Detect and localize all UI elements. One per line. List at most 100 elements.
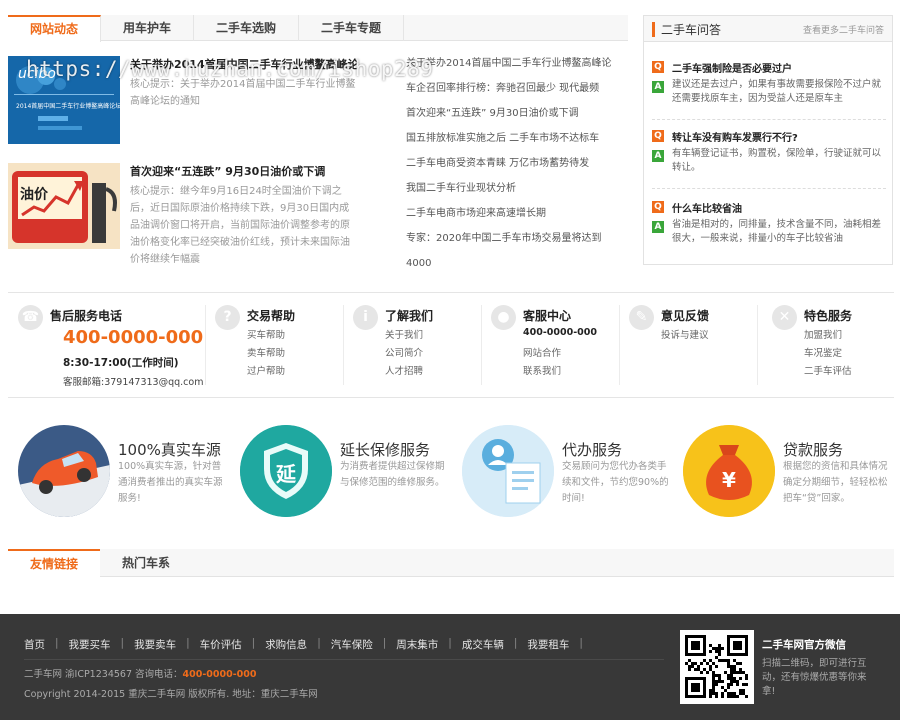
service-link[interactable]: 卖车帮助 (247, 345, 285, 359)
qa-panel: 二手车问答 查看更多二手车问答 Q 二手车强制险是否必要过户 A 建议还是去过户… (643, 15, 893, 265)
qa-answer: 省油是相对的，同排量，技术含量不同，油耗相差很大，一般来说，排量小的车子比较省油 (672, 219, 882, 244)
featured-thumb-forum-text: 2014首届中国二手车行业博鳌高峰论坛 (16, 102, 120, 110)
footer-link-rent[interactable]: 我要租车 (527, 637, 569, 652)
list-item[interactable]: 首次迎来“五连跌” 9月30日油价或下调 (406, 101, 626, 126)
list-item[interactable]: 二手车电商市场迎来高速增长期 (406, 201, 626, 226)
feature-desc: 为消费者提供超过保修期与保修范围的维修服务。 (340, 461, 445, 488)
after-sales-email: 客服邮箱:379147313@qq.com (63, 377, 204, 388)
question-badge: Q (652, 130, 664, 142)
service-title: 特色服务 (804, 309, 853, 323)
service-special: ✕ 特色服务 加盟我们 车况鉴定 二手车评估 (772, 305, 892, 385)
feature-loan-service: ¥ 贷款服务 根据您的资信和具体情况确定分期细节，轻轻松松把车“贷”回家。 (683, 425, 898, 520)
qa-item: Q 什么车比较省油 A 省油是相对的，同排量，技术含量不同，油耗相差很大，一般来… (652, 200, 886, 260)
tab-car-care[interactable]: 用车护车 (101, 15, 195, 41)
service-link[interactable]: 关于我们 (385, 327, 423, 341)
tab-friend-links[interactable]: 友情链接 (8, 549, 101, 578)
service-link[interactable]: 网站合作 (523, 345, 561, 359)
footer-link-wanted[interactable]: 求购信息 (265, 637, 307, 652)
shield-icon: 延 (240, 425, 332, 517)
footer-divider (24, 659, 664, 660)
tab-used-car-buying[interactable]: 二手车选购 (194, 15, 300, 41)
service-title: 意见反馈 (661, 309, 710, 323)
service-link[interactable]: 联系我们 (523, 363, 561, 377)
service-link[interactable]: 二手车评估 (804, 363, 852, 377)
qa-question[interactable]: 二手车强制险是否必要过户 (672, 60, 792, 75)
footer-link-valuation[interactable]: 车价评估 (200, 637, 242, 652)
qa-question[interactable]: 什么车比较省油 (672, 200, 742, 215)
service-link[interactable]: 投诉与建议 (661, 327, 709, 341)
service-title: 交易帮助 (247, 309, 296, 323)
service-link[interactable]: 过户帮助 (247, 363, 285, 377)
after-sales-hours: 8:30-17:00(工作时间) (63, 357, 179, 369)
list-item[interactable]: 专家：2020年中国二手车市场交易量将达到 (406, 226, 626, 251)
list-item[interactable]: 4000 (406, 251, 626, 276)
service-link[interactable]: 加盟我们 (804, 327, 842, 341)
news-list: 关于举办2014首届中国二手车行业博鳌高峰论 车企召回率排行榜：奔驰召回最少 现… (406, 51, 626, 276)
user-icon: ● (491, 305, 516, 330)
qa-header-accent (652, 22, 655, 37)
tab-site-news[interactable]: 网站动态 (8, 15, 102, 42)
service-feedback: ✎ 意见反馈 投诉与建议 (629, 305, 749, 385)
footer-nav: 首页 | 我要买车 | 我要卖车 | 车价评估 | 求购信息 | 汽车保险 | 周末集市 | … (24, 637, 583, 652)
news-section: 网站动态 用车护车 二手车选购 二手车专题 ucibo 2014首届中国二手车行… (8, 15, 628, 275)
feature-real-cars: 100%真实车源 100%真实车源，针对普通消费者推出的真实车源服务! (18, 425, 233, 520)
service-about-us: i 了解我们 关于我们 公司简介 人才招聘 (353, 305, 473, 385)
qr-code (680, 630, 754, 704)
answer-badge: A (652, 150, 664, 162)
car-icon (18, 425, 110, 517)
wechat-desc: 扫描二维码，即可进行互动，还有惊爆优惠等你来拿! (762, 658, 867, 697)
feature-title: 100%真实车源 (118, 441, 221, 459)
footer-link-sold-cars[interactable]: 成交车辆 (462, 637, 504, 652)
divider (757, 305, 758, 385)
question-icon: ? (215, 305, 240, 330)
info-icon: i (353, 305, 378, 330)
list-item[interactable]: 我国二手车行业现状分析 (406, 176, 626, 201)
feature-title: 贷款服务 (783, 441, 844, 459)
document-icon (462, 425, 554, 517)
svg-text:ucibo: ucibo (18, 66, 56, 82)
featured-news-thumb-forum[interactable]: ucibo 2014首届中国二手车行业博鳌高峰论坛 (8, 56, 120, 144)
feature-desc: 根据您的资信和具体情况确定分期细节，轻轻松松把车“贷”回家。 (783, 461, 888, 504)
answer-badge: A (652, 221, 664, 233)
after-sales-phone: 400-0000-000 (63, 327, 204, 348)
answer-badge: A (652, 81, 664, 93)
qa-header: 二手车问答 查看更多二手车问答 (644, 16, 892, 42)
featured-news-title[interactable]: 首次迎来“五连跌” 9月30日油价或下调 (130, 163, 325, 179)
list-item[interactable]: 关于举办2014首届中国二手车行业博鳌高峰论 (406, 51, 626, 76)
tab-used-car-topics[interactable]: 二手车专题 (299, 15, 405, 41)
list-item[interactable]: 车企召回率排行榜：奔驰召回最少 现代最频 (406, 76, 626, 101)
feedback-icon: ✎ (629, 305, 654, 330)
feature-title: 延长保修服务 (340, 441, 431, 459)
service-link[interactable]: 买车帮助 (247, 327, 285, 341)
divider (205, 305, 206, 385)
footer-link-insurance[interactable]: 汽车保险 (331, 637, 373, 652)
tab-hot-series[interactable]: 热门车系 (100, 549, 192, 577)
qa-item: Q 二手车强制险是否必要过户 A 建议还是去过户，如果有事故需要报保险不过户就还… (652, 60, 886, 120)
list-item[interactable]: 国五排放标准实施之后 二手车市场不达标车 (406, 126, 626, 151)
service-link[interactable]: 车况鉴定 (804, 345, 842, 359)
featured-thumb-oil-text: 油价 (20, 186, 49, 203)
footer-link-sell[interactable]: 我要卖车 (134, 637, 176, 652)
feature-agency-service: 代办服务 交易顾问为您代办各类手续和文件，节约您90%的时间! (462, 425, 677, 520)
featured-news-title[interactable]: 关于举办2014首届中国二手车行业博鳌高峰论 (130, 56, 359, 72)
news-tabs: 网站动态 用车护车 二手车选购 二手车专题 (8, 15, 628, 42)
footer-link-buy[interactable]: 我要买车 (69, 637, 111, 652)
footer-link-weekend-market[interactable]: 周末集市 (396, 637, 438, 652)
qa-more-link[interactable]: 查看更多二手车问答 (803, 23, 884, 36)
footer: 首页 | 我要买车 | 我要卖车 | 车价评估 | 求购信息 | 汽车保险 | 周末集市 | … (0, 614, 900, 720)
question-badge: Q (652, 201, 664, 213)
featured-news-thumb-oil[interactable]: 油价 (8, 163, 120, 249)
footer-link-home[interactable]: 首页 (24, 637, 45, 652)
footer-phone: 400-0000-000 (182, 669, 257, 680)
wechat-title: 二手车网官方微信 (762, 639, 846, 651)
list-item[interactable]: 二手车电商受资本青睐 万亿市场蓄势待发 (406, 151, 626, 176)
phone-icon: ☎ (18, 305, 43, 330)
service-link[interactable]: 公司简介 (385, 345, 423, 359)
qa-answer: 建议还是去过户，如果有事故需要报保险不过户就还需要找原车主，因为受益人还是原车主 (672, 79, 882, 104)
warranty-icon-char: 延 (275, 462, 297, 486)
service-link[interactable]: 人才招聘 (385, 363, 423, 377)
qa-question[interactable]: 转让车没有购车发票行不行? (672, 129, 798, 144)
footer-info-text: 二手车网 渝ICP1234567 咨询电话： (24, 669, 183, 680)
service-bar: ☎ 售后服务电话 400-0000-000 8:30-17:00(工作时间) 客… (8, 292, 894, 398)
service-trade-help: ? 交易帮助 买车帮助 卖车帮助 过户帮助 (215, 305, 335, 385)
